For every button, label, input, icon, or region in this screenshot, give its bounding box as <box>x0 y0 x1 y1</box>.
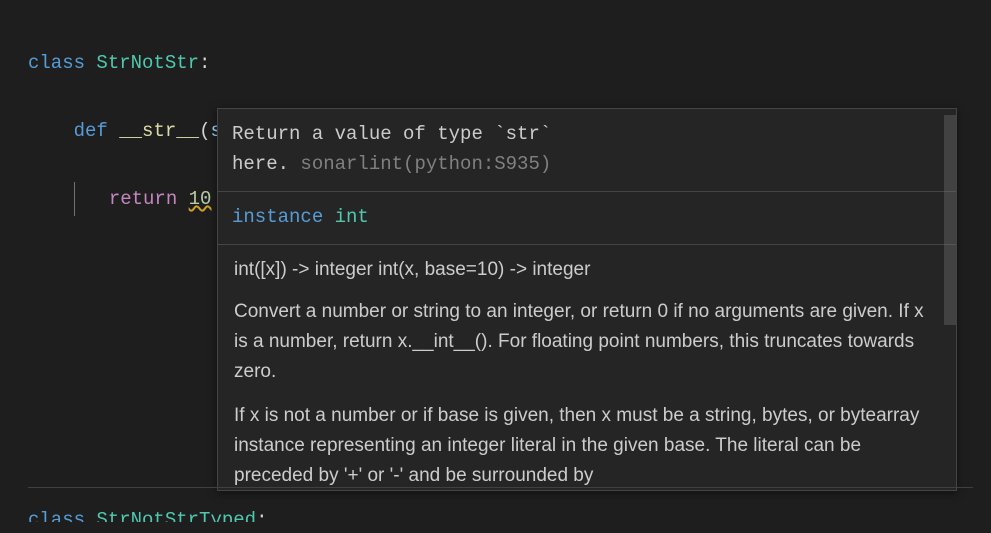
diagnostic-message-line2: here. sonarlint(python:S935) <box>232 149 942 179</box>
diagnostic-message-line1: Return a value of type `str` <box>232 119 942 149</box>
doc-paragraph: Convert a number or string to an integer… <box>234 297 940 387</box>
indent-guide <box>74 182 75 216</box>
scrollbar-thumb[interactable] <box>944 115 956 325</box>
doc-signature: int([x]) -> integer int(x, base=10) -> i… <box>234 255 940 285</box>
type-name: int <box>335 206 369 228</box>
type-info-section: instance int <box>218 192 956 245</box>
keyword-class: class <box>28 52 85 74</box>
code-line[interactable]: class StrNotStr: <box>28 46 991 80</box>
class-name: StrNotStrTyped <box>96 509 256 531</box>
keyword-def: def <box>74 120 108 142</box>
keyword-return: return <box>109 188 177 210</box>
return-value-literal[interactable]: 10 <box>189 188 212 210</box>
diagnostic-section: Return a value of type `str` here. sonar… <box>218 109 956 192</box>
type-keyword: instance <box>232 206 323 228</box>
code-line-peek[interactable]: class StrNotStrTyped: <box>28 509 267 531</box>
diagnostic-source: sonarlint(python:S935) <box>300 153 551 175</box>
keyword-class: class <box>28 509 85 531</box>
doc-paragraph: If x is not a number or if base is given… <box>234 401 940 490</box>
class-name: StrNotStr <box>96 52 199 74</box>
tooltip-scrollbar[interactable] <box>944 109 956 490</box>
documentation-section: int([x]) -> integer int(x, base=10) -> i… <box>218 245 956 490</box>
colon: : <box>199 52 210 74</box>
hover-tooltip[interactable]: Return a value of type `str` here. sonar… <box>217 108 957 491</box>
separator-line <box>28 487 973 488</box>
method-name: __str__ <box>119 120 199 142</box>
